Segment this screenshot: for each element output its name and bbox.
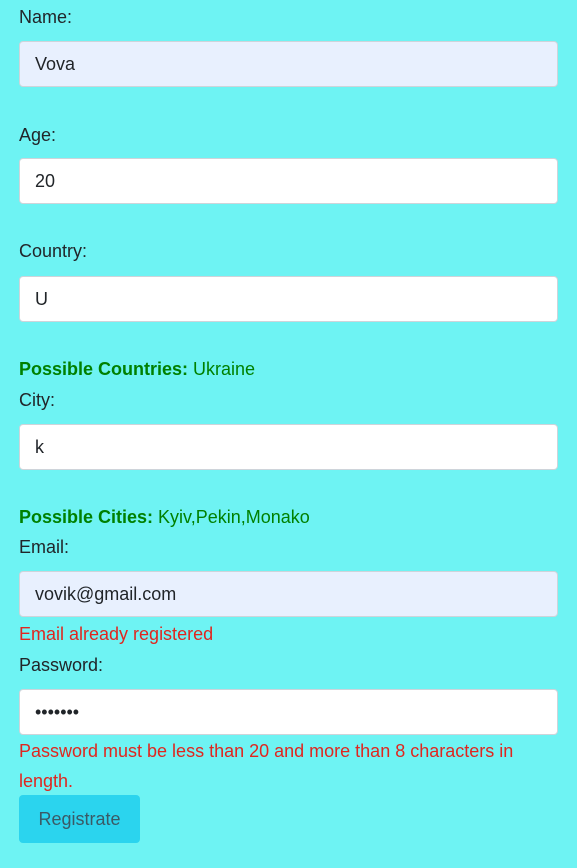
registrate-button[interactable]: Registrate <box>19 795 140 843</box>
email-error: Email already registered <box>19 624 214 644</box>
password-input[interactable] <box>19 689 558 735</box>
city-input[interactable] <box>19 424 558 470</box>
password-label: Password: <box>19 655 104 675</box>
email-label: Email: <box>19 537 70 557</box>
country-label: Country: <box>19 241 88 261</box>
possible-cities-value: Kyiv,Pekin,Monako <box>153 507 310 527</box>
possible-countries-hint: Possible Countries: Ukraine <box>19 355 255 383</box>
age-label: Age: <box>19 125 57 145</box>
city-label: City: <box>19 390 55 410</box>
possible-countries-value: Ukraine <box>188 359 256 379</box>
email-input[interactable] <box>19 571 558 617</box>
password-error: Password must be less than 20 and more t… <box>19 741 514 791</box>
name-label: Name: <box>19 7 73 27</box>
possible-cities-hint: Possible Cities: Kyiv,Pekin,Monako <box>19 503 310 531</box>
possible-countries-prefix: Possible Countries: <box>19 359 189 379</box>
possible-cities-prefix: Possible Cities: <box>19 507 154 527</box>
name-input[interactable] <box>19 41 558 87</box>
age-input[interactable] <box>19 158 558 204</box>
country-input[interactable] <box>19 276 558 322</box>
